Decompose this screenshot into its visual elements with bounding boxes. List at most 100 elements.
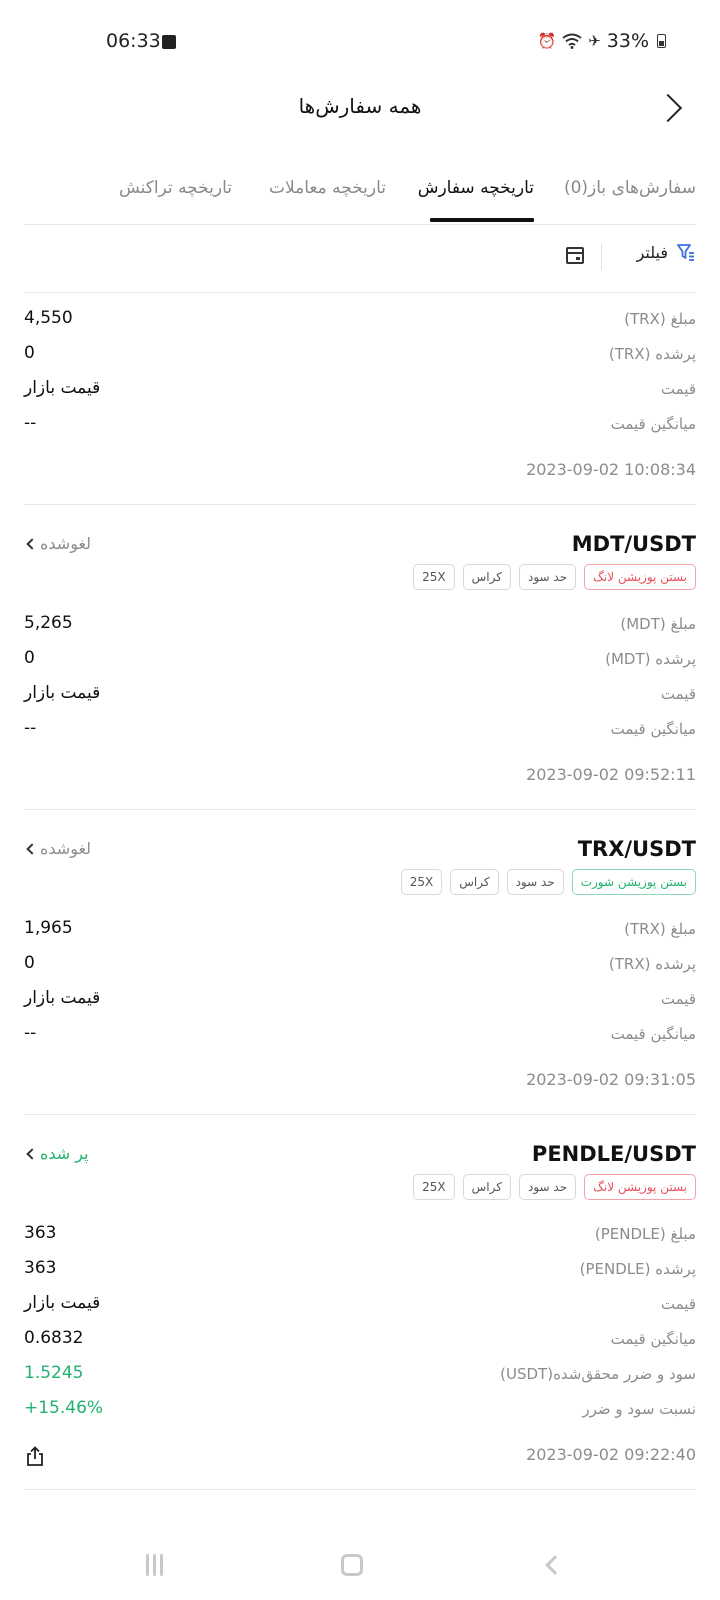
tab-order-history[interactable]: تاریخچه سفارش xyxy=(418,178,534,198)
calendar-icon[interactable] xyxy=(566,247,584,264)
filter-label: فیلتر xyxy=(636,242,668,262)
row-label: میانگین قیمت xyxy=(610,720,696,738)
row-value: 0.6832 xyxy=(24,1328,84,1348)
order-timestamp: 2023-09-02 10:08:34 xyxy=(526,460,696,479)
order-row: میانگین قیمت 0.6832 xyxy=(24,1326,696,1356)
realized-pnl-value: 1.5245 xyxy=(24,1363,84,1383)
tag-margin-mode: کراس xyxy=(462,564,511,590)
back-icon[interactable] xyxy=(545,1555,565,1575)
tag-leverage: 25X xyxy=(400,869,443,895)
order-row: مبلغ (MDT) 5,265 xyxy=(24,611,696,641)
row-label: مبلغ (TRX) xyxy=(624,920,696,938)
row-label: قیمت xyxy=(660,380,696,398)
battery-percent: 33% xyxy=(606,30,649,52)
row-value: -- xyxy=(24,413,37,433)
order-timestamp: 2023-09-02 09:52:11 xyxy=(526,765,696,784)
alarm-icon: ⏰ xyxy=(537,32,557,50)
trading-pair: TRX/USDT xyxy=(577,837,696,861)
order-row: قیمت قیمت بازار xyxy=(24,1291,696,1321)
order-header[interactable]: MDT/USDT لغوشده بستن پوزیشن لانگ حد سود … xyxy=(24,532,696,596)
row-label: مبلغ (PENDLE) xyxy=(594,1225,696,1243)
active-tab-indicator xyxy=(430,218,534,222)
row-label: میانگین قیمت xyxy=(610,1025,696,1043)
toolbar-separator xyxy=(601,244,602,270)
tag-leverage: 25X xyxy=(413,564,455,590)
toolbar: فیلتر xyxy=(24,238,696,274)
order-row: پرشده (TRX) 0 xyxy=(24,951,696,981)
filter-button[interactable]: فیلتر xyxy=(637,242,696,262)
order-tags: بستن پوزیشن شورت حد سود کراس 25X xyxy=(400,869,696,895)
chevron-left-icon xyxy=(26,1147,38,1160)
row-value: 0 xyxy=(24,953,35,973)
wifi-icon xyxy=(562,33,582,49)
row-value: 5,265 xyxy=(24,613,73,633)
row-value: قیمت بازار xyxy=(24,988,101,1008)
tag-order-type: حد سود xyxy=(518,564,577,590)
row-value: 0 xyxy=(24,648,35,668)
tag-order-type: حد سود xyxy=(518,1174,577,1200)
row-value: -- xyxy=(24,718,37,738)
tab-open-orders[interactable]: سفارش‌های باز(0) xyxy=(564,178,696,198)
row-label: مبلغ (MDT) xyxy=(620,615,696,633)
home-icon[interactable] xyxy=(341,1554,363,1576)
page-title: همه سفارش‌ها xyxy=(298,94,422,118)
order-row: مبلغ (TRX) 4,550 xyxy=(24,306,696,336)
order-header[interactable]: TRX/USDT لغوشده بستن پوزیشن شورت حد سود … xyxy=(24,837,696,901)
order-status-link[interactable]: لغوشده xyxy=(24,839,91,858)
row-label: پرشده (TRX) xyxy=(608,955,696,973)
row-value: 4,550 xyxy=(24,308,73,328)
order-row: مبلغ (PENDLE) 363 xyxy=(24,1221,696,1251)
trading-pair: MDT/USDT xyxy=(571,532,696,556)
row-label: نسبت سود و ضرر xyxy=(582,1400,696,1418)
row-label: سود و ضرر محقق‌شده(USDT) xyxy=(500,1365,696,1383)
row-label: قیمت xyxy=(660,990,696,1008)
row-value: قیمت بازار xyxy=(24,1293,101,1313)
order-timestamp: 2023-09-02 09:22:40 xyxy=(526,1445,696,1464)
recent-apps-icon[interactable] xyxy=(146,1554,168,1576)
order-status: پر شده xyxy=(40,1144,89,1163)
row-label: پرشده (MDT) xyxy=(605,650,696,668)
image-notification-icon xyxy=(162,35,176,49)
row-value: 1,965 xyxy=(24,918,73,938)
row-value: -- xyxy=(24,1023,37,1043)
order-tags: بستن پوزیشن لانگ حد سود کراس 25X xyxy=(413,1174,696,1200)
order-row: مبلغ (TRX) 1,965 xyxy=(24,916,696,946)
row-label: پرشده (PENDLE) xyxy=(579,1260,696,1278)
row-label: پرشده (TRX) xyxy=(608,345,696,363)
order-row: میانگین قیمت -- xyxy=(24,411,696,441)
row-label: میانگین قیمت xyxy=(610,1330,696,1348)
row-label: قیمت xyxy=(660,685,696,703)
tag-position-side: بستن پوزیشن شورت xyxy=(571,869,696,895)
tag-margin-mode: کراس xyxy=(462,1174,511,1200)
order-status: لغوشده xyxy=(40,839,92,858)
status-time: 06:33 xyxy=(106,30,161,52)
order-row: قیمت قیمت بازار xyxy=(24,681,696,711)
section-divider xyxy=(24,504,696,505)
section-divider xyxy=(24,292,696,293)
order-row: نسبت سود و ضرر +15.46% xyxy=(24,1396,696,1426)
chevron-left-icon xyxy=(26,537,38,550)
share-icon[interactable] xyxy=(26,1446,44,1466)
order-timestamp: 2023-09-02 09:31:05 xyxy=(526,1070,696,1089)
row-label: قیمت xyxy=(660,1295,696,1313)
status-bar: 06:33 ⏰ ✈ 33% xyxy=(0,0,720,86)
row-label: میانگین قیمت xyxy=(610,415,696,433)
tab-transaction-history[interactable]: تاریخچه تراکنش xyxy=(119,178,232,198)
battery-icon xyxy=(657,34,666,48)
order-row: میانگین قیمت -- xyxy=(24,716,696,746)
tag-position-side: بستن پوزیشن لانگ xyxy=(584,564,696,590)
order-status: لغوشده xyxy=(40,534,92,553)
order-row: میانگین قیمت -- xyxy=(24,1021,696,1051)
order-status-link[interactable]: لغوشده xyxy=(24,534,91,553)
order-status-link[interactable]: پر شده xyxy=(24,1144,89,1163)
order-row: سود و ضرر محقق‌شده(USDT) 1.5245 xyxy=(24,1361,696,1391)
row-label: مبلغ (TRX) xyxy=(624,310,696,328)
status-indicators: ⏰ ✈ 33% xyxy=(537,30,666,52)
order-header[interactable]: PENDLE/USDT پر شده بستن پوزیشن لانگ حد س… xyxy=(24,1142,696,1206)
tab-trade-history[interactable]: تاریخچه معاملات xyxy=(269,178,386,198)
chevron-left-icon xyxy=(26,842,38,855)
order-tabs: سفارش‌های باز(0) تاریخچه سفارش تاریخچه م… xyxy=(24,170,696,226)
pnl-ratio-value: +15.46% xyxy=(24,1398,104,1418)
filter-icon xyxy=(677,244,694,261)
order-row: پرشده (TRX) 0 xyxy=(24,341,696,371)
